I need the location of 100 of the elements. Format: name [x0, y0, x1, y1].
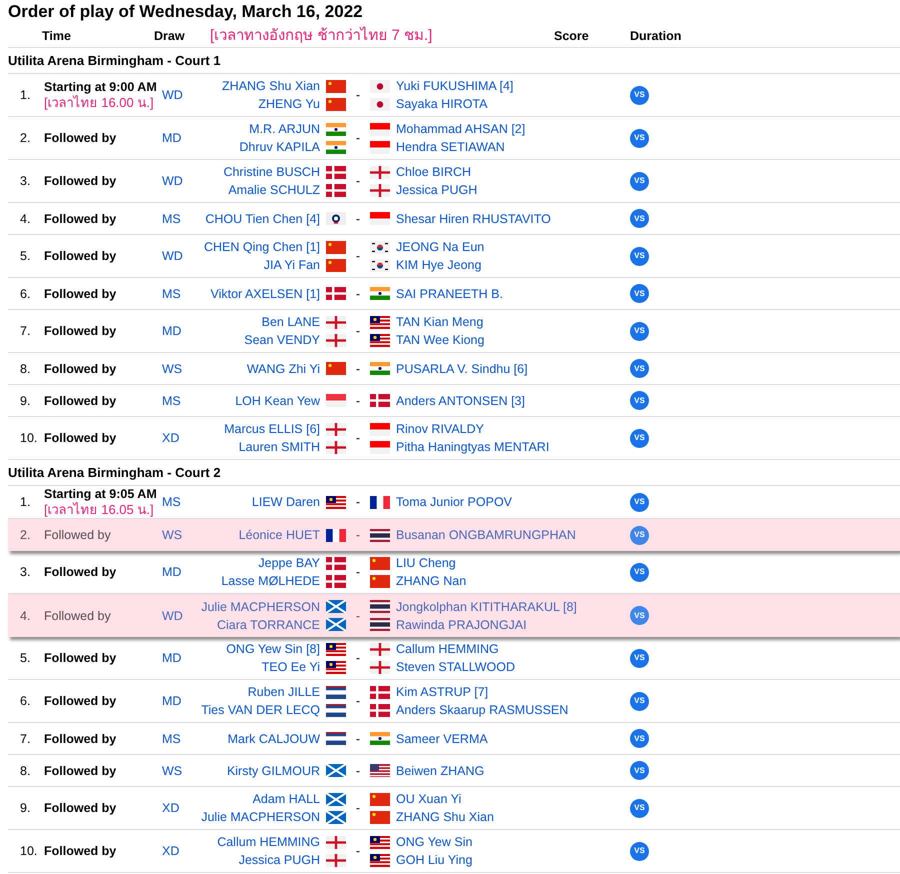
score-badge[interactable]: VS [630, 391, 649, 410]
player-link[interactable]: Léonice HUET [238, 527, 320, 543]
player-link[interactable]: TEO Ee Yi [262, 659, 320, 675]
player-link[interactable]: JEONG Na Eun [396, 239, 484, 255]
player-link[interactable]: Hendra SETIAWAN [396, 139, 505, 155]
draw-link[interactable]: WD [162, 87, 198, 103]
score-badge[interactable]: VS [630, 246, 649, 266]
player-link[interactable]: KIM Hye Jeong [396, 257, 482, 273]
player-link[interactable]: SAI PRANEETH B. [396, 286, 503, 302]
player-link[interactable]: WANG Zhi Yi [246, 360, 320, 376]
player-link[interactable]: LIU Cheng [396, 555, 456, 571]
player-link[interactable]: Jessica PUGH [396, 182, 478, 198]
player-link[interactable]: Anders Skaarup RASMUSSEN [396, 702, 568, 718]
draw-link[interactable]: MD [162, 323, 198, 339]
draw-link[interactable]: XD [162, 800, 198, 816]
player-link[interactable]: Kirsty GILMOUR [226, 762, 320, 778]
player-link[interactable]: Sayaka HIROTA [396, 96, 488, 112]
draw-link[interactable]: WS [162, 762, 198, 778]
player-link[interactable]: Amalie SCHULZ [228, 182, 320, 198]
player-link[interactable]: ONG Yew Sin [8] [226, 641, 320, 657]
player-link[interactable]: Lauren SMITH [238, 439, 320, 455]
score-badge[interactable]: VS [630, 842, 649, 860]
score-badge[interactable]: VS [630, 761, 649, 780]
player-link[interactable]: ZHENG Yu [258, 96, 320, 112]
player-link[interactable]: LIEW Daren [252, 494, 320, 510]
score-badge[interactable]: VS [630, 428, 649, 448]
score-badge[interactable]: VS [630, 284, 649, 303]
player-link[interactable]: CHOU Tien Chen [4] [205, 210, 320, 226]
player-link[interactable]: Ben LANE [262, 314, 320, 330]
draw-link[interactable]: MS [162, 730, 198, 746]
player-link[interactable]: TAN Wee Kiong [396, 332, 484, 348]
score-badge[interactable]: VS [630, 172, 649, 190]
player-link[interactable]: CHEN Qing Chen [1] [204, 239, 320, 255]
draw-link[interactable]: MS [162, 210, 198, 226]
score-badge[interactable]: VS [630, 648, 649, 668]
score-badge[interactable]: VS [630, 209, 649, 228]
score-badge[interactable]: VS [630, 562, 649, 582]
score-badge[interactable]: VS [630, 798, 649, 818]
score-badge[interactable]: VS [630, 729, 649, 748]
player-link[interactable]: Rawinda PRAJONGJAI [396, 616, 527, 632]
player-link[interactable]: Busanan ONGBAMRUNGPHAN [396, 527, 576, 543]
draw-link[interactable]: MD [162, 693, 198, 709]
player-link[interactable]: OU Xuan Yi [396, 791, 462, 807]
player-link[interactable]: Dhruv KAPILA [239, 139, 320, 155]
score-badge[interactable]: VS [630, 526, 649, 544]
draw-link[interactable]: MD [162, 650, 198, 666]
player-link[interactable]: M.R. ARJUN [249, 121, 320, 137]
draw-link[interactable]: XD [162, 430, 198, 446]
player-link[interactable]: GOH Liu Ying [396, 852, 472, 868]
player-link[interactable]: Jessica PUGH [238, 852, 320, 868]
player-link[interactable]: Lasse MØLHEDE [221, 573, 320, 589]
score-badge[interactable]: VS [630, 606, 649, 625]
player-link[interactable]: Yuki FUKUSHIMA [4] [396, 78, 514, 94]
player-link[interactable]: ZHANG Shu Xian [396, 809, 494, 825]
draw-link[interactable]: XD [162, 843, 198, 859]
draw-link[interactable]: WS [162, 527, 198, 543]
player-link[interactable]: Beiwen ZHANG [396, 762, 484, 778]
score-badge[interactable]: VS [630, 322, 649, 340]
player-link[interactable]: Callum HEMMING [396, 641, 499, 657]
draw-link[interactable]: WD [162, 248, 198, 264]
player-link[interactable]: Mohammad AHSAN [2] [396, 121, 526, 137]
player-link[interactable]: Julie MACPHERSON [201, 598, 320, 614]
player-link[interactable]: Jeppe BAY [258, 555, 320, 571]
player-link[interactable]: Callum HEMMING [217, 834, 320, 850]
player-link[interactable]: Mark CALJOUW [228, 730, 320, 746]
player-link[interactable]: Steven STALLWOOD [396, 659, 516, 675]
player-link[interactable]: Ciara TORRANCE [216, 616, 320, 632]
player-link[interactable]: Chloe BIRCH [396, 164, 472, 180]
player-link[interactable]: ZHANG Nan [396, 573, 466, 589]
player-link[interactable]: JIA Yi Fan [264, 257, 320, 273]
draw-link[interactable]: MD [162, 130, 198, 146]
player-link[interactable]: ZHANG Shu Xian [222, 78, 320, 94]
draw-link[interactable]: WD [162, 608, 198, 624]
player-link[interactable]: LOH Kean Yew [235, 392, 320, 408]
draw-link[interactable]: MD [162, 564, 198, 580]
score-badge[interactable]: VS [630, 692, 649, 710]
draw-link[interactable]: WD [162, 173, 198, 189]
player-link[interactable]: Ties VAN DER LECQ [201, 702, 320, 718]
player-link[interactable]: Ruben JILLE [248, 684, 320, 700]
score-badge[interactable]: VS [630, 492, 649, 512]
player-link[interactable]: PUSARLA V. Sindhu [6] [396, 360, 528, 376]
player-link[interactable]: ONG Yew Sin [396, 834, 472, 850]
player-link[interactable]: Rinov RIVALDY [396, 421, 484, 437]
player-link[interactable]: Sean VENDY [244, 332, 320, 348]
player-link[interactable]: Julie MACPHERSON [201, 809, 320, 825]
player-link[interactable]: TAN Kian Meng [396, 314, 484, 330]
draw-link[interactable]: MS [162, 392, 198, 408]
draw-link[interactable]: MS [162, 494, 198, 510]
player-link[interactable]: Kim ASTRUP [7] [396, 684, 488, 700]
score-badge[interactable]: VS [630, 359, 649, 378]
player-link[interactable]: Toma Junior POPOV [396, 494, 512, 510]
score-badge[interactable]: VS [630, 86, 649, 104]
score-badge[interactable]: VS [630, 128, 649, 148]
player-link[interactable]: Shesar Hiren RHUSTAVITO [396, 210, 551, 226]
player-link[interactable]: Marcus ELLIS [6] [224, 421, 320, 437]
player-link[interactable]: Adam HALL [252, 791, 320, 807]
player-link[interactable]: Jongkolphan KITITHARAKUL [8] [396, 598, 577, 614]
player-link[interactable]: Pitha Haningtyas MENTARI [396, 439, 550, 455]
player-link[interactable]: Viktor AXELSEN [1] [210, 286, 320, 302]
draw-link[interactable]: MS [162, 286, 198, 302]
